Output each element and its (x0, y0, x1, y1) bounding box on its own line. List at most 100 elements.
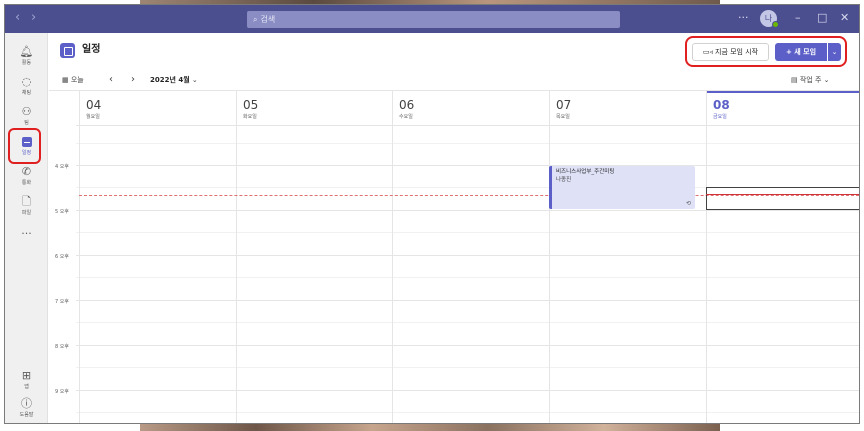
date-range-picker[interactable]: 2022년 4월 ⌄ (150, 74, 198, 86)
grid-line (76, 367, 859, 368)
grid-line (76, 390, 859, 391)
rail-item-activity[interactable]: 🔔︎ 활동 (5, 41, 48, 71)
rail-item-calls[interactable]: ✆ 통화 (5, 161, 48, 191)
more-icon: ··· (21, 227, 32, 240)
avatar[interactable]: 나 (760, 10, 779, 28)
close-icon[interactable]: ✕ (840, 10, 849, 26)
teams-icon: ⚇ (21, 105, 32, 118)
day-number: 06 (399, 98, 415, 112)
more-options-icon[interactable]: ··· (738, 10, 749, 26)
grid-line (76, 255, 859, 256)
weekday-label: 금요일 (713, 114, 727, 120)
day-header-wednesday[interactable]: 06 수요일 (392, 91, 549, 125)
new-meeting-dropdown-chevron-down-icon[interactable]: ⌄ (828, 43, 841, 61)
video-camera-icon: ▭◃ (702, 48, 714, 56)
grid-line (76, 210, 859, 211)
calendar-small-icon: ▦ (62, 76, 71, 84)
rail-label: 활동 (21, 60, 32, 66)
grid-column-line (392, 125, 393, 423)
app-rail: 🔔︎ 활동 ◌ 채팅 ⚇ 팀 일정 ✆ 통화 🗋︎ 파일 ··· ⊞ 앱 ⓘ 도… (5, 33, 48, 423)
grid-line (76, 125, 859, 126)
bell-icon: 🔔︎ (19, 45, 34, 58)
calendar-event[interactable]: 비즈니스사업부_주간미팅 나종진 ⟲ (549, 166, 695, 209)
grid-column-line (706, 125, 707, 423)
date-range-label: 2022년 4월 (150, 76, 190, 84)
selected-time-slot[interactable] (706, 187, 859, 210)
chevron-down-icon: ⌄ (821, 76, 830, 84)
rail-item-help[interactable]: ⓘ 도움말 (5, 393, 48, 423)
event-organizer: 나종진 (556, 177, 572, 183)
chat-icon: ◌ (21, 75, 32, 88)
weekday-label: 목요일 (556, 114, 570, 120)
new-meeting-button[interactable]: + 새 모임 (775, 43, 827, 61)
calendar-toolbar: ▦ 오늘 ‹ › 2022년 4월 ⌄ ▤ 작업 주 ⌄ (49, 69, 859, 91)
rail-item-chat[interactable]: ◌ 채팅 (5, 71, 48, 101)
apps-icon: ⊞ (21, 369, 32, 382)
grid-line (76, 277, 859, 278)
search-input[interactable]: ⌕ 검색 (247, 11, 620, 28)
calendar-header: 일정 ▭◃ 지금 모임 시작 + 새 모임 ⌄ (49, 33, 859, 69)
rail-label: 채팅 (21, 90, 32, 96)
search-icon: ⌕ (253, 15, 258, 24)
rail-label: 파일 (21, 210, 32, 216)
grid-column-line (79, 125, 80, 423)
back-icon[interactable]: ‹ (15, 10, 20, 26)
minimize-icon[interactable]: – (795, 10, 801, 26)
next-week-icon[interactable]: › (131, 74, 135, 86)
background-photo-bottom (140, 424, 720, 431)
grid-line (76, 345, 859, 346)
grid-line (76, 300, 859, 301)
teams-window: ‹ › ⌕ 검색 ··· 나 – □ ✕ 🔔︎ 활동 ◌ 채팅 ⚇ 팀 일정 ✆… (4, 4, 860, 424)
day-number: 08 (713, 98, 730, 112)
rail-item-more[interactable]: ··· (5, 223, 48, 253)
grid-line (76, 232, 859, 233)
help-icon: ⓘ (21, 397, 32, 410)
page-title: 일정 (82, 44, 101, 55)
rail-label: 통화 (21, 180, 32, 186)
view-switcher[interactable]: ▤ 작업 주 ⌄ (791, 74, 829, 86)
weekday-label: 수요일 (399, 114, 413, 120)
weekday-label: 화요일 (243, 114, 257, 120)
search-placeholder: 검색 (260, 15, 276, 24)
forward-icon[interactable]: › (31, 10, 36, 26)
previous-week-icon[interactable]: ‹ (109, 74, 113, 86)
calendar-view-icon: ▤ (791, 76, 800, 84)
grid-column-line (236, 125, 237, 423)
presence-icon (772, 21, 779, 28)
rail-label: 팀 (24, 120, 29, 126)
meet-now-label: 지금 모임 시작 (715, 48, 759, 56)
rail-item-apps[interactable]: ⊞ 앱 (5, 365, 48, 395)
weekday-label: 월요일 (86, 114, 100, 120)
today-label: 오늘 (70, 76, 84, 84)
day-header-thursday[interactable]: 07 목요일 (549, 91, 706, 125)
hour-label: 4 오후 (55, 164, 69, 170)
view-label: 작업 주 (799, 76, 822, 84)
day-header-friday-today[interactable]: 08 금요일 (706, 91, 859, 125)
maximize-icon[interactable]: □ (817, 10, 827, 26)
day-header-tuesday[interactable]: 05 화요일 (236, 91, 392, 125)
rail-item-teams[interactable]: ⚇ 팀 (5, 101, 48, 131)
hour-label: 9 오후 (55, 389, 69, 395)
grid-line (76, 143, 859, 144)
recurring-icon: ⟲ (685, 200, 691, 207)
rail-label: 앱 (24, 384, 29, 390)
calendar-app-icon (60, 43, 75, 58)
file-icon: 🗋︎ (22, 195, 31, 208)
chevron-down-icon: ⌄ (189, 76, 198, 84)
hour-label: 7 오후 (55, 299, 69, 305)
day-number: 04 (86, 98, 102, 112)
meet-now-button[interactable]: ▭◃ 지금 모임 시작 (692, 43, 769, 61)
current-time-indicator-today (706, 194, 859, 195)
rail-item-files[interactable]: 🗋︎ 파일 (5, 191, 48, 221)
hour-label: 6 오후 (55, 254, 69, 260)
week-grid: 04 월요일 05 화요일 06 수요일 07 목요일 08 금요일 4 오후 … (49, 91, 859, 423)
title-bar: ‹ › ⌕ 검색 ··· 나 – □ ✕ (5, 5, 859, 33)
day-header-monday[interactable]: 04 월요일 (79, 91, 236, 125)
hour-label: 5 오후 (55, 209, 69, 215)
day-number: 07 (556, 98, 572, 112)
grid-line (76, 165, 859, 166)
calendar-highlight-box (8, 128, 41, 164)
grid-line (76, 412, 859, 413)
today-button[interactable]: ▦ 오늘 (62, 74, 84, 86)
day-number: 05 (243, 98, 259, 112)
